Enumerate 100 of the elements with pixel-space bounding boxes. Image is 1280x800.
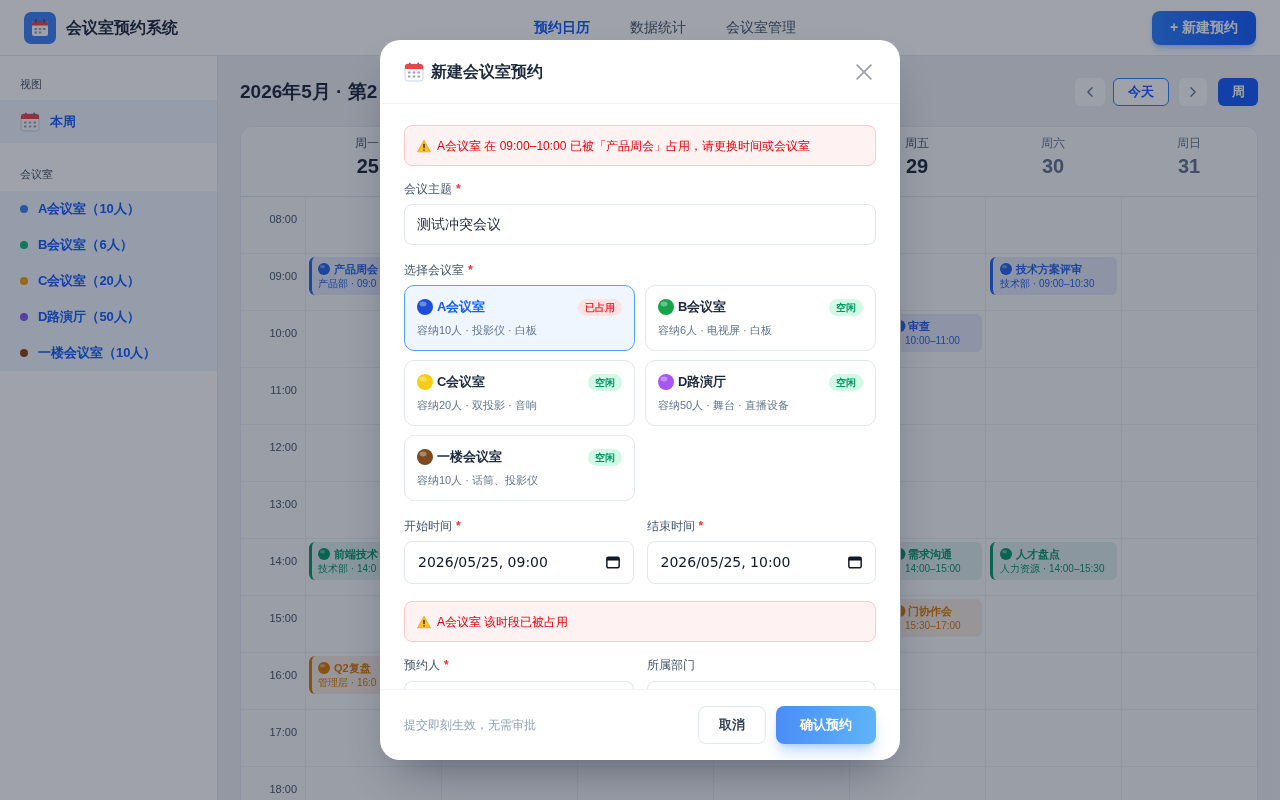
date-label: 25 bbox=[356, 154, 379, 178]
time-label: 15:00 bbox=[269, 612, 297, 624]
required-mark: * bbox=[456, 181, 461, 197]
event-title: 产品周会 bbox=[334, 262, 378, 276]
room-name: A会议室 bbox=[437, 299, 486, 315]
calendar-icon bbox=[24, 11, 56, 44]
room-filter-item[interactable]: C会议室（20人） bbox=[0, 263, 217, 299]
event-title: 前端技术 bbox=[334, 547, 378, 561]
room-filter-item[interactable]: D路演厅（50人） bbox=[0, 299, 217, 335]
time-label: 08:00 bbox=[269, 213, 297, 225]
event-details: 15:30–17:00 bbox=[905, 619, 961, 632]
calendar-icon bbox=[404, 61, 424, 82]
room-filter-item[interactable]: B会议室（6人） bbox=[0, 227, 217, 263]
weekday-label: 周一 bbox=[355, 135, 379, 151]
room-name: 一楼会议室 bbox=[437, 449, 502, 465]
text-input[interactable] bbox=[404, 681, 634, 689]
today-button[interactable]: 今天 bbox=[1113, 78, 1169, 106]
status-badge: 空闲 bbox=[829, 373, 863, 391]
status-badge: 已占用 bbox=[578, 298, 622, 316]
app-title: 会议室预约系统 bbox=[66, 17, 178, 38]
room-details: 容纳10人 · 投影仪 · 白板 bbox=[417, 322, 537, 338]
hint-text: 提交即刻生效，无需审批 bbox=[404, 717, 536, 734]
time-label: 16:00 bbox=[269, 669, 297, 681]
weekday-label: 周日 bbox=[1177, 135, 1201, 151]
room-details: 容纳50人 · 舞台 · 直播设备 bbox=[658, 397, 789, 413]
calendar-title: 2026年5月 · 第2 bbox=[240, 80, 378, 104]
text-input[interactable] bbox=[646, 681, 876, 689]
nav-tab[interactable]: 数据统计 bbox=[629, 17, 686, 38]
time-label: 14:00 bbox=[269, 555, 297, 567]
required-mark: * bbox=[456, 518, 461, 534]
room-filter-item[interactable]: 一楼会议室（10人） bbox=[0, 335, 217, 371]
date-label: 31 bbox=[1177, 154, 1201, 178]
time-label: 09:00 bbox=[269, 270, 297, 282]
section-title: 视图 bbox=[20, 77, 42, 92]
sidebar-item[interactable]: 本周 bbox=[0, 100, 217, 143]
close-button[interactable] bbox=[856, 63, 872, 80]
text-input[interactable]: 测试冲突会议 bbox=[404, 204, 876, 245]
time-label: 13:00 bbox=[269, 498, 297, 510]
room-option[interactable]: 一楼会议室 空闲 容纳10人 · 话筒、投影仪 bbox=[404, 435, 635, 501]
close-icon bbox=[856, 63, 872, 80]
section-title: 会议室 bbox=[20, 167, 53, 182]
prev-button[interactable] bbox=[1075, 78, 1105, 106]
nav-tab[interactable]: 预约日历 bbox=[533, 17, 590, 38]
calendar-icon bbox=[20, 111, 40, 132]
warning-icon bbox=[417, 138, 431, 153]
room-name: B会议室 bbox=[678, 299, 727, 315]
room-option[interactable]: A会议室 已占用 容纳10人 · 投影仪 · 白板 bbox=[404, 285, 635, 351]
event-title: 人才盘点 bbox=[1016, 547, 1060, 561]
event-title: 需求沟通 bbox=[907, 547, 952, 561]
field-label: 结束时间 bbox=[646, 518, 695, 534]
calendar-icon bbox=[605, 556, 620, 569]
time-label: 17:00 bbox=[269, 726, 297, 738]
field-label: 开始时间 bbox=[404, 518, 452, 534]
time-label: 12:00 bbox=[269, 441, 297, 453]
weekday-label: 周五 bbox=[905, 135, 929, 151]
confirm-button[interactable]: 确认预约 bbox=[776, 706, 876, 744]
event-details: 技术部 · 09:00–10:30 bbox=[1000, 277, 1095, 290]
time-label: 11:00 bbox=[270, 384, 297, 396]
event-title: 门协作会 bbox=[907, 604, 952, 618]
chevron-left-icon bbox=[1087, 87, 1093, 97]
time-label: 10:00 bbox=[269, 327, 297, 339]
calendar-icon bbox=[848, 556, 862, 569]
time-label: 18:00 bbox=[269, 783, 297, 795]
room-option[interactable]: C会议室 空闲 容纳20人 · 双投影 · 音响 bbox=[404, 360, 635, 426]
event-details: 技术部 · 14:0 bbox=[318, 562, 377, 575]
date-label: 29 bbox=[905, 154, 929, 178]
room-filter-item[interactable]: A会议室（10人） bbox=[0, 191, 217, 227]
event-details: 人力资源 · 14:00–15:30 bbox=[1000, 562, 1105, 575]
room-option[interactable]: B会议室 空闲 容纳6人 · 电视屏 · 白板 bbox=[645, 285, 876, 351]
room-name: C会议室 bbox=[437, 374, 486, 390]
required-mark: * bbox=[468, 262, 473, 278]
datetime-input[interactable]: 2026/05/25, 09:00 bbox=[404, 541, 634, 584]
modal-title: 新建会议室预约 bbox=[431, 61, 543, 82]
date-label: 30 bbox=[1041, 154, 1065, 178]
event-details: 14:00–15:00 bbox=[905, 562, 961, 575]
datetime-input[interactable]: 2026/05/25, 10:00 bbox=[646, 541, 876, 584]
required-mark: * bbox=[444, 657, 449, 673]
warning-icon bbox=[417, 614, 431, 629]
field-label: 预约人 bbox=[404, 657, 440, 673]
event-details: 10:00–11:00 bbox=[905, 334, 960, 347]
event-title: 审查 bbox=[907, 319, 930, 333]
next-button[interactable] bbox=[1179, 78, 1207, 106]
status-badge: 空闲 bbox=[829, 298, 863, 316]
room-details: 容纳6人 · 电视屏 · 白板 bbox=[658, 322, 772, 338]
event-title: 技术方案评审 bbox=[1016, 262, 1082, 276]
status-badge: 空闲 bbox=[588, 448, 622, 466]
event-details: 产品部 · 09:0 bbox=[318, 277, 377, 290]
room-details: 容纳20人 · 双投影 · 音响 bbox=[417, 397, 537, 413]
room-details: 容纳10人 · 话筒、投影仪 bbox=[417, 472, 538, 488]
field-label: 选择会议室 bbox=[404, 262, 464, 278]
event-details: 管理层 · 16:0 bbox=[318, 676, 377, 689]
weekday-label: 周六 bbox=[1041, 135, 1065, 151]
view-toggle-button[interactable]: 周 bbox=[1218, 78, 1258, 106]
room-option[interactable]: D路演厅 空闲 容纳50人 · 舞台 · 直播设备 bbox=[645, 360, 876, 426]
alert-text: A会议室 该时段已被占用 bbox=[437, 613, 569, 631]
cancel-button[interactable]: 取消 bbox=[698, 706, 766, 744]
new-booking-button[interactable]: + 新建预约 bbox=[1151, 10, 1256, 45]
nav-tab[interactable]: 会议室管理 bbox=[725, 17, 796, 38]
field-label: 所属部门 bbox=[646, 657, 695, 673]
status-badge: 空闲 bbox=[588, 373, 622, 391]
